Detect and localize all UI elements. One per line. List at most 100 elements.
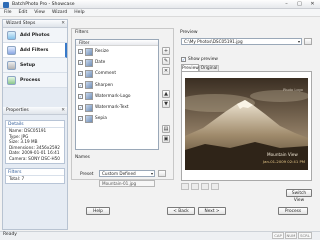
- properties-header: Properties ✕: [3, 107, 67, 115]
- save-filters-button[interactable]: ▣: [162, 135, 170, 143]
- maximize-icon[interactable]: □: [294, 0, 305, 8]
- move-up-button[interactable]: ▲: [162, 90, 170, 98]
- filter-label: Watermark-Logo: [95, 93, 131, 99]
- filter-label: Resize: [95, 49, 109, 55]
- filter-label: Sepia: [95, 116, 107, 122]
- filters-summary-box: Filters Total: 7: [5, 168, 65, 184]
- load-filters-button[interactable]: ▤: [162, 125, 170, 133]
- add-photos-icon: [7, 30, 16, 40]
- zoom-in-icon[interactable]: [181, 183, 189, 190]
- menu-view[interactable]: View: [34, 10, 45, 15]
- sepia-icon: [85, 114, 93, 123]
- close-icon[interactable]: ✕: [306, 0, 319, 8]
- next-button[interactable]: Next >: [198, 207, 226, 215]
- filter-label: Comment: [95, 71, 117, 77]
- menu-bar: File Edit View Wizard Help: [0, 9, 320, 17]
- details-title: Details: [6, 121, 64, 128]
- comment-icon: [85, 69, 93, 78]
- resize-icon: [85, 47, 93, 56]
- edit-filter-button[interactable]: ✎: [162, 57, 170, 65]
- wizard-steps-header: Wizard Steps ✕: [3, 20, 67, 28]
- filter-label: Sharpen: [95, 82, 113, 88]
- fit-icon[interactable]: [201, 183, 209, 190]
- menu-wizard[interactable]: Wizard: [52, 10, 67, 15]
- filter-checkbox[interactable]: ✓: [78, 71, 83, 77]
- menu-file[interactable]: File: [4, 10, 12, 15]
- filter-label: Date: [95, 60, 106, 66]
- step-label: Add Filters: [20, 47, 49, 53]
- details-box: Details Name: DSC05191 Type: JPG Size: 3…: [5, 120, 65, 164]
- filter-row-date[interactable]: ✓ Date: [76, 57, 158, 68]
- actual-size-icon[interactable]: [211, 183, 219, 190]
- filter-row-comment[interactable]: ✓ Comment: [76, 68, 158, 79]
- filter-checkbox[interactable]: ✓: [78, 105, 83, 111]
- add-filter-button[interactable]: +: [162, 47, 170, 55]
- watermark-logo-icon: [85, 92, 93, 101]
- process-button[interactable]: Process: [278, 207, 308, 215]
- filter-checkbox[interactable]: ✓: [78, 82, 83, 88]
- browse-button[interactable]: [304, 38, 312, 45]
- menu-help[interactable]: Help: [74, 10, 84, 15]
- watermark-text-icon: [85, 103, 93, 112]
- checkbox-icon[interactable]: ✓: [181, 57, 186, 62]
- zoom-toolbar: [181, 183, 251, 191]
- step-add-filters[interactable]: Add Filters: [3, 43, 67, 58]
- caps-indicator: CAP: [272, 232, 284, 239]
- close-panel-icon[interactable]: ✕: [61, 107, 65, 115]
- filter-row-watermark-logo[interactable]: ✓ Watermark-Logo: [76, 91, 158, 102]
- help-button[interactable]: Help: [86, 207, 110, 215]
- close-panel-icon[interactable]: ✕: [61, 20, 65, 28]
- scroll-indicator: SCRL: [298, 232, 312, 239]
- tab-preview[interactable]: Preview: [181, 64, 199, 71]
- step-label: Setup: [20, 62, 36, 68]
- preview-label: Preview: [180, 30, 198, 35]
- chevron-down-icon: ▾: [297, 39, 300, 44]
- filter-row-watermark-text[interactable]: ✓ Watermark-Text: [76, 102, 158, 113]
- preset-options-button[interactable]: [158, 170, 166, 177]
- filter-checkbox[interactable]: ✓: [78, 49, 83, 55]
- setup-icon: [7, 60, 16, 70]
- step-add-photos[interactable]: Add Photos: [3, 28, 67, 43]
- process-icon: [7, 75, 16, 85]
- filter-row-sharpen[interactable]: ✓ Sharpen: [76, 80, 158, 91]
- filter-row-sepia[interactable]: ✓ Sepia: [76, 113, 158, 124]
- filter-checkbox[interactable]: ✓: [78, 60, 83, 66]
- filters-summary-title: Filters: [6, 169, 64, 176]
- back-button[interactable]: < Back: [167, 207, 195, 215]
- date-icon: [85, 58, 93, 67]
- image-path-value: C:\My Photos\DSC05191.jpg: [184, 39, 243, 44]
- show-preview-checkbox[interactable]: ✓ Show preview: [181, 57, 218, 62]
- preview-photo: Mountain View Jan-01-2009 02:41 PM Photo…: [185, 78, 308, 170]
- minimize-icon[interactable]: –: [281, 0, 292, 8]
- filter-label: Watermark-Text: [95, 105, 129, 111]
- preset-select[interactable]: Custom Defined ▾: [99, 170, 155, 177]
- filter-row-resize[interactable]: ✓ Resize: [76, 46, 158, 57]
- preset-value: Custom Defined: [102, 171, 136, 176]
- status-text: Ready: [3, 232, 17, 237]
- show-preview-label: Show preview: [188, 57, 218, 62]
- zoom-out-icon[interactable]: [191, 183, 199, 190]
- step-setup[interactable]: Setup: [3, 58, 67, 73]
- window-title: BatchPhoto Pro - Showcase: [12, 1, 75, 7]
- step-process[interactable]: Process: [3, 73, 67, 88]
- remove-filter-button[interactable]: ✕: [162, 67, 170, 75]
- move-down-button[interactable]: ▼: [162, 100, 170, 108]
- add-filters-icon: [7, 45, 16, 55]
- image-path-select[interactable]: C:\My Photos\DSC05191.jpg ▾: [181, 38, 302, 45]
- step-label: Add Photos: [20, 32, 50, 38]
- switch-view-button[interactable]: Switch View: [286, 189, 312, 203]
- properties-title: Properties: [6, 108, 29, 113]
- watermark-logo: Photo Logo: [283, 88, 303, 92]
- filter-checkbox[interactable]: ✓: [78, 116, 83, 122]
- chevron-down-icon: ▾: [150, 171, 153, 176]
- filters-label: Filters: [75, 30, 89, 35]
- names-label: Names: [75, 155, 90, 160]
- preset-name-field[interactable]: Mountain-01.jpg: [99, 180, 155, 187]
- filter-checkbox[interactable]: ✓: [78, 93, 83, 99]
- wizard-steps-title: Wizard Steps: [6, 21, 36, 26]
- preset-label: Preset: [80, 172, 94, 177]
- watermark-text: Mountain View: [267, 152, 298, 157]
- menu-edit[interactable]: Edit: [19, 10, 28, 15]
- step-label: Process: [20, 77, 41, 83]
- sharpen-icon: [85, 81, 93, 90]
